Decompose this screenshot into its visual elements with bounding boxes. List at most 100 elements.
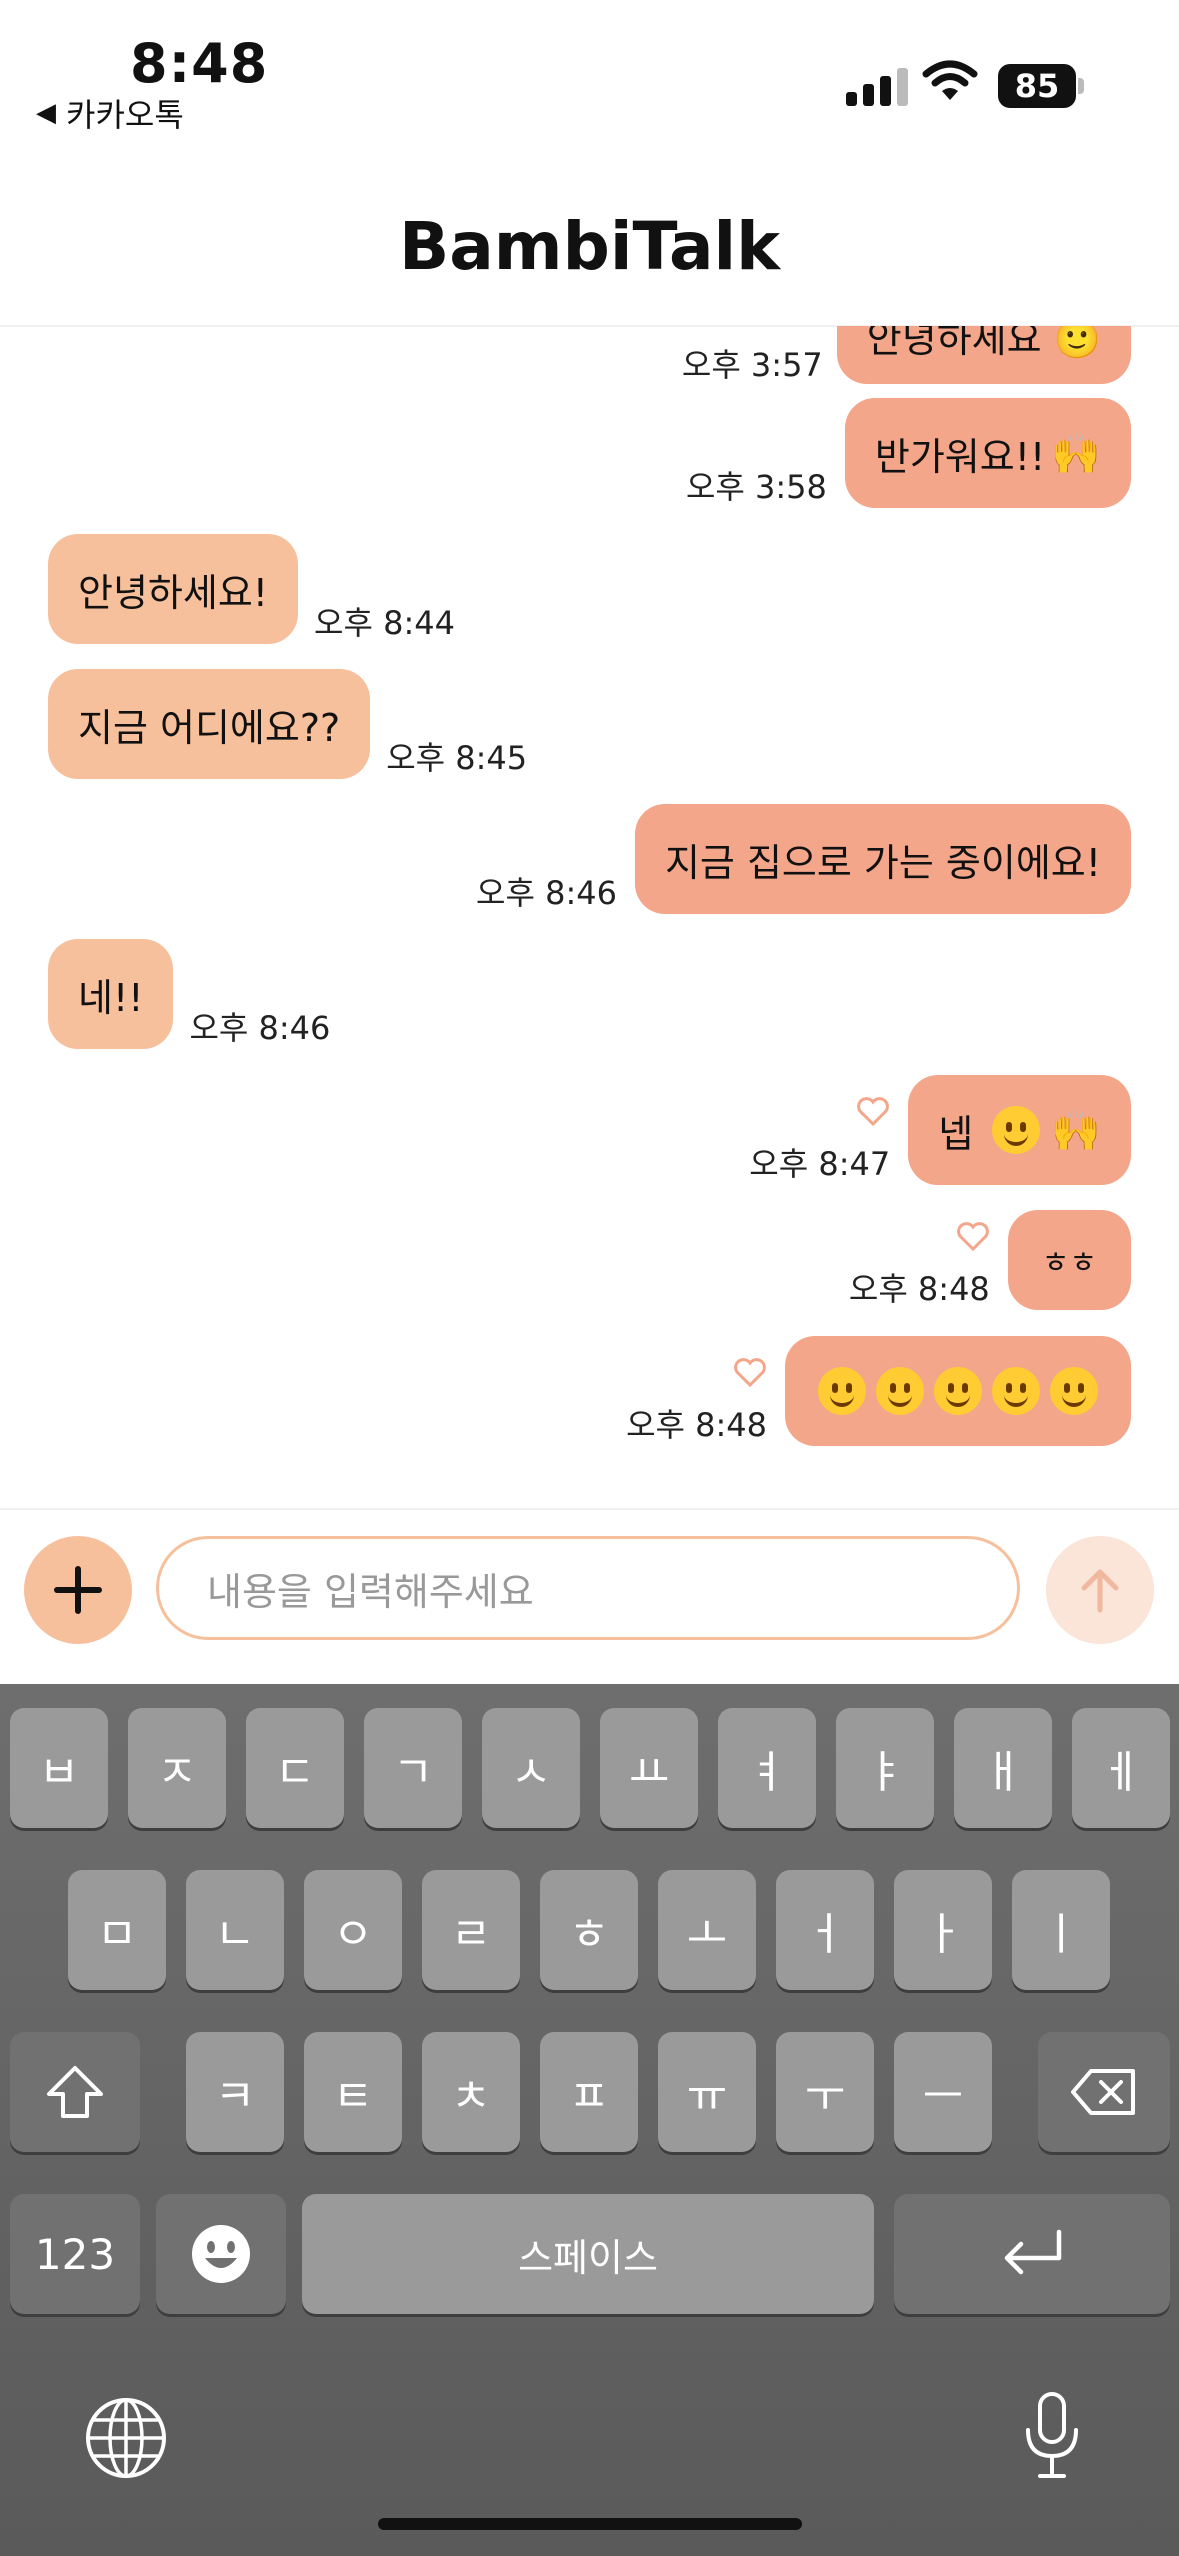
message-row: 지금 어디에요?? 오후 8:45	[48, 669, 527, 779]
message-text: 지금 집으로 가는 중이에요!	[664, 840, 1101, 885]
key-label: ㅅ	[510, 1747, 552, 1798]
message-bubble-incoming[interactable]: 지금 어디에요??	[48, 669, 371, 779]
message-input[interactable]: 내용을 입력해주세요	[156, 1536, 1020, 1640]
key-row1[interactable]: ㅅ	[482, 1708, 580, 1828]
home-indicator[interactable]	[378, 2518, 802, 2530]
key-label: ㅠ	[686, 2071, 728, 2122]
key-row2[interactable]: ㅏ	[894, 1870, 992, 1990]
microphone-icon[interactable]	[1020, 2390, 1084, 2482]
key-row2[interactable]: ㅗ	[658, 1870, 756, 1990]
smiley-emoji-icon	[992, 1367, 1040, 1415]
key-label: ㅍ	[568, 2071, 610, 2122]
message-timestamp: 오후 3:58	[685, 468, 827, 506]
message-text: 지금 어디에요??	[78, 705, 341, 750]
key-row3[interactable]: ㅍ	[540, 2032, 638, 2152]
message-bubble-outgoing[interactable]	[785, 1336, 1131, 1446]
key-row1[interactable]: ㄷ	[246, 1708, 344, 1828]
key-row1[interactable]: ㅛ	[600, 1708, 698, 1828]
key-row1[interactable]: ㅕ	[718, 1708, 816, 1828]
key-row3[interactable]: ㅌ	[304, 2032, 402, 2152]
smiley-emoji-icon	[1050, 1367, 1098, 1415]
return-icon	[1004, 2229, 1062, 2275]
message-bubble-incoming[interactable]: 안녕하세요!	[48, 534, 299, 644]
message-text: 안녕하세요 🙂	[866, 326, 1101, 361]
message-row: 오후 8:46 지금 집으로 가는 중이에요!	[476, 804, 1131, 914]
key-row1[interactable]: ㅐ	[954, 1708, 1052, 1828]
backspace-key[interactable]	[1038, 2032, 1170, 2152]
heart-outline-icon[interactable]	[956, 1222, 990, 1252]
key-row1[interactable]: ㅑ	[836, 1708, 934, 1828]
key-label: ㄱ	[392, 1747, 434, 1798]
key-row3[interactable]: ㅋ	[186, 2032, 284, 2152]
smiley-emoji-icon	[876, 1367, 924, 1415]
key-row3[interactable]: ㅊ	[422, 2032, 520, 2152]
key-label: ㅈ	[156, 1747, 198, 1798]
attach-button[interactable]	[24, 1536, 132, 1644]
message-timestamp: 오후 8:46	[189, 1009, 331, 1047]
key-row2[interactable]: ㅣ	[1012, 1870, 1110, 1990]
key-label: ㅔ	[1100, 1747, 1142, 1798]
key-label: ㄹ	[450, 1909, 492, 1960]
key-row2[interactable]: ㄴ	[186, 1870, 284, 1990]
message-input-placeholder: 내용을 입력해주세요	[207, 1569, 534, 1614]
message-row: 네!! 오후 8:46	[48, 939, 330, 1049]
message-bubble-outgoing[interactable]: 넵 🙌	[908, 1075, 1131, 1185]
space-key[interactable]: 스페이스	[302, 2194, 874, 2314]
key-row2[interactable]: ㄹ	[422, 1870, 520, 1990]
globe-icon[interactable]	[84, 2396, 168, 2480]
key-row2[interactable]: ㅇ	[304, 1870, 402, 1990]
key-label: ㅗ	[686, 1909, 728, 1960]
status-bar: 8:48 ◀ 카카오톡 85	[0, 0, 1179, 150]
key-row2[interactable]: ㅁ	[68, 1870, 166, 1990]
key-label: ㅑ	[864, 1747, 906, 1798]
smiley-emoji-icon	[818, 1367, 866, 1415]
key-row1[interactable]: ㅔ	[1072, 1708, 1170, 1828]
key-row1[interactable]: ㅂ	[10, 1708, 108, 1828]
key-row3[interactable]: ㅜ	[776, 2032, 874, 2152]
send-button[interactable]	[1046, 1536, 1154, 1644]
message-row: 오후 3:58 반가워요!! 🙌	[686, 398, 1131, 508]
key-label: ㅜ	[804, 2071, 846, 2122]
key-row1[interactable]: ㄱ	[364, 1708, 462, 1828]
message-bubble-outgoing[interactable]: 지금 집으로 가는 중이에요!	[634, 804, 1131, 914]
smiley-emoji-icon	[992, 1106, 1041, 1154]
key-label: ㅎ	[568, 1909, 610, 1960]
message-text: 안녕하세요!	[78, 570, 269, 615]
message-bubble-outgoing[interactable]: 안녕하세요 🙂	[836, 326, 1131, 384]
emoji-key[interactable]	[156, 2194, 286, 2314]
key-label: ㅋ	[214, 2071, 256, 2122]
key-label: 스페이스	[518, 2235, 658, 2280]
key-label: ㅡ	[922, 2071, 964, 2122]
key-label: ㅁ	[96, 1909, 138, 1960]
arrow-up-icon	[1081, 1569, 1119, 1613]
message-meta: 오후 8:48	[849, 1222, 990, 1310]
message-bubble-outgoing[interactable]: ㅎㅎ	[1007, 1210, 1131, 1310]
message-list[interactable]: 오후 3:57 안녕하세요 🙂 오후 3:58 반가워요!! 🙌 안녕하세요! …	[0, 326, 1179, 1506]
numbers-key[interactable]: 123	[10, 2194, 140, 2314]
key-label: ㄴ	[214, 1909, 256, 1960]
raised-hands-emoji-icon: 🙌	[1051, 430, 1101, 477]
message-row: 오후 8:48	[626, 1336, 1131, 1446]
key-row1[interactable]: ㅈ	[128, 1708, 226, 1828]
heart-outline-icon[interactable]	[733, 1358, 767, 1388]
key-label: ㅓ	[804, 1909, 846, 1960]
battery-cap	[1078, 78, 1084, 94]
key-row3[interactable]: ㅡ	[894, 2032, 992, 2152]
back-to-app-link[interactable]: ◀ 카카오톡	[36, 90, 184, 136]
shift-key[interactable]	[10, 2032, 140, 2152]
heart-outline-icon[interactable]	[856, 1097, 890, 1127]
message-timestamp: 오후 8:44	[314, 604, 455, 642]
message-meta: 오후 8:48	[626, 1358, 767, 1446]
key-row3[interactable]: ㅠ	[658, 2032, 756, 2152]
return-key[interactable]	[894, 2194, 1170, 2314]
key-row2[interactable]: ㅓ	[776, 1870, 874, 1990]
message-bubble-incoming[interactable]: 네!!	[48, 939, 174, 1049]
key-label: ㅌ	[332, 2071, 374, 2122]
key-label: ㅕ	[746, 1747, 788, 1798]
smiley-emoji-icon	[934, 1367, 982, 1415]
battery-icon: 85	[998, 64, 1076, 108]
key-row2[interactable]: ㅎ	[540, 1870, 638, 1990]
key-label: ㅇ	[332, 1909, 374, 1960]
message-row: 오후 8:47 넵 🙌	[749, 1075, 1131, 1185]
message-bubble-outgoing[interactable]: 반가워요!! 🙌	[844, 398, 1131, 508]
